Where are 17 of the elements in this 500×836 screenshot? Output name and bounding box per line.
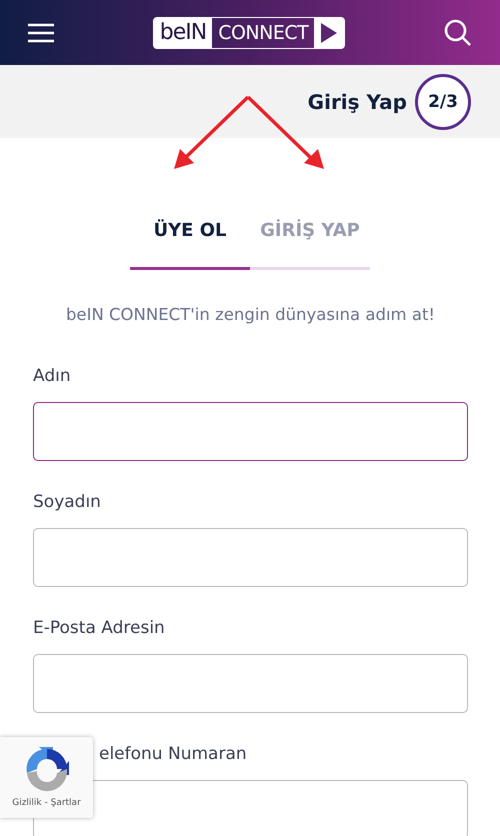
field-label: Soyadın bbox=[33, 492, 102, 514]
field-label: E-Posta Adresin bbox=[33, 618, 166, 640]
recaptcha-badge[interactable]: Gizlilik - Şartlar bbox=[0, 737, 93, 818]
field-label: Adın bbox=[33, 366, 72, 388]
input-field[interactable] bbox=[33, 654, 468, 713]
input-field[interactable] bbox=[33, 402, 468, 461]
play-icon bbox=[320, 22, 338, 42]
step-counter: 2/3 bbox=[415, 74, 471, 130]
input-field[interactable] bbox=[33, 528, 468, 587]
step-label: Giriş Yap bbox=[308, 90, 407, 114]
search-icon[interactable] bbox=[444, 18, 472, 46]
menu-icon[interactable] bbox=[28, 22, 54, 42]
tab[interactable]: ÜYE OL bbox=[130, 212, 250, 270]
logo[interactable]: beIN CONNECT bbox=[152, 16, 346, 48]
field-label: elefonu Numaran bbox=[98, 744, 248, 766]
privacy-terms-links[interactable]: Gizlilik - Şartlar bbox=[12, 798, 81, 808]
subtitle: beIN CONNECT'in zengin dünyasına adım at! bbox=[64, 305, 436, 324]
